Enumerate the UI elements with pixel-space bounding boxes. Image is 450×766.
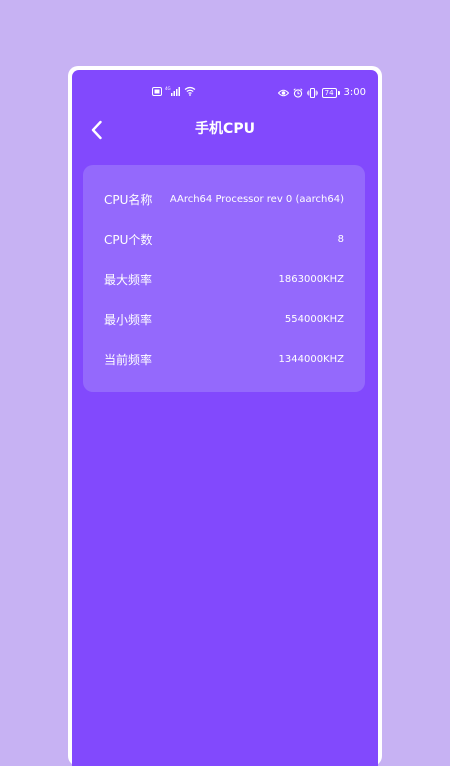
row-value: 1863000KHZ [278, 273, 344, 285]
vibrate-icon [306, 88, 318, 98]
signal-icon: 4G [165, 86, 181, 96]
row-label: 最大频率 [104, 272, 153, 287]
cpu-count-row: CPU个数 8 [104, 230, 344, 248]
battery-level: 74 [321, 88, 337, 98]
status-bar: 4G 74 3:00 [72, 86, 378, 100]
battery-icon: 74 [321, 88, 340, 98]
row-label: CPU个数 [104, 232, 153, 247]
max-frequency-row: 最大频率 1863000KHZ [104, 270, 344, 288]
row-value: AArch64 Processor rev 0 (aarch64) [169, 193, 344, 205]
status-time: 3:00 [343, 87, 366, 98]
app-header: 手机CPU [72, 114, 378, 144]
row-value: 1344000KHZ [278, 353, 344, 365]
app-screen: 4G 74 3:00 手机CPU CPU名称 AArch64 Processor… [72, 70, 378, 766]
alarm-icon [293, 88, 303, 98]
page-title: 手机CPU [195, 121, 255, 137]
wifi-icon [184, 86, 196, 96]
svg-text:4G: 4G [165, 86, 171, 91]
eye-icon [277, 89, 289, 97]
min-frequency-row: 最小频率 554000KHZ [104, 310, 344, 328]
row-label: CPU名称 [104, 192, 153, 207]
current-frequency-row: 当前频率 1344000KHZ [104, 350, 344, 368]
row-label: 最小频率 [104, 312, 153, 327]
cpu-name-row: CPU名称 AArch64 Processor rev 0 (aarch64) [104, 190, 344, 208]
nfc-icon [152, 86, 162, 96]
phone-frame: 4G 74 3:00 手机CPU CPU名称 AArch64 Processor… [68, 66, 382, 766]
row-value: 554000KHZ [284, 313, 344, 325]
status-bar-left: 4G [152, 86, 196, 96]
row-value: 8 [337, 233, 344, 245]
cpu-info-card: CPU名称 AArch64 Processor rev 0 (aarch64) … [83, 165, 365, 392]
row-label: 当前频率 [104, 352, 153, 367]
status-bar-right: 74 3:00 [277, 86, 366, 100]
